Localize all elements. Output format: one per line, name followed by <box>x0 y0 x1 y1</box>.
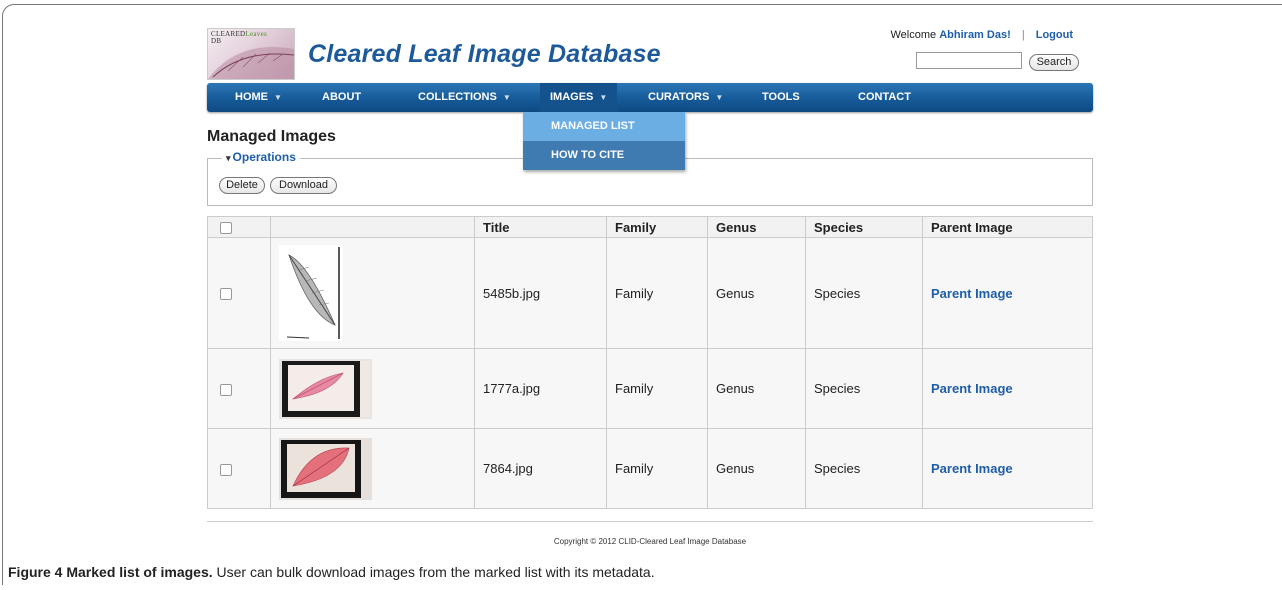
title-cell: 1777a.jpg <box>474 348 607 429</box>
title-header[interactable]: Title <box>474 216 607 238</box>
table-row: 1777a.jpg Family Genus Species Parent Im… <box>207 348 1093 429</box>
select-all-checkbox[interactable] <box>220 222 232 235</box>
logo-text: CLEAREDLeaves DB <box>211 30 268 45</box>
species-cell: Species <box>805 237 923 349</box>
leaf-thumbnail-image[interactable] <box>279 358 372 419</box>
thumbnail-cell <box>270 237 475 349</box>
search-input[interactable] <box>916 52 1022 69</box>
menu-item-managed-list[interactable]: MANAGED LIST <box>523 112 685 141</box>
footer-divider <box>207 521 1093 522</box>
nav-images[interactable]: IMAGES ▼ <box>540 83 618 112</box>
row-select-cell <box>207 237 271 349</box>
nav-curators[interactable]: CURATORS ▼ <box>648 83 723 112</box>
title-cell: 7864.jpg <box>474 428 607 509</box>
triangle-down-icon: ▾ <box>226 153 231 163</box>
thumbnail-header <box>270 216 475 238</box>
genus-cell: Genus <box>707 348 806 429</box>
parent-image-cell: Parent Image <box>922 428 1093 509</box>
parent-image-header[interactable]: Parent Image <box>922 216 1093 238</box>
thumbnail-cell <box>270 428 475 509</box>
caption-text: User can bulk download images from the m… <box>212 564 655 580</box>
menu-item-how-to-cite[interactable]: HOW TO CITE <box>523 141 685 170</box>
copyright-text: Copyright © 2012 CLID-Cleared Leaf Image… <box>553 537 747 546</box>
row-checkbox[interactable] <box>220 463 232 476</box>
parent-image-cell: Parent Image <box>922 348 1093 429</box>
chevron-down-icon: ▼ <box>502 93 511 102</box>
genus-cell: Genus <box>707 428 806 509</box>
genus-cell: Genus <box>707 237 806 349</box>
separator: | <box>1021 29 1025 41</box>
title-cell: 5485b.jpg <box>474 237 607 349</box>
nav-about[interactable]: ABOUT <box>322 83 361 112</box>
table-row: 5485b.jpg Family Genus Species Parent Im… <box>207 237 1093 349</box>
species-header[interactable]: Species <box>805 216 923 238</box>
select-all-header <box>207 216 271 238</box>
family-header[interactable]: Family <box>606 216 708 238</box>
nav-tools[interactable]: TOOLS <box>762 83 800 112</box>
logout-link[interactable]: Logout <box>1036 29 1073 41</box>
leaf-thumbnail-image[interactable] <box>279 245 343 341</box>
chevron-down-icon: ▼ <box>715 93 724 102</box>
main-nav: HOME ▼ ABOUT COLLECTIONS ▼ IMAGES ▼ CURATOR… <box>207 83 1093 112</box>
caption-title: Figure 4 Marked list of images. <box>8 564 213 580</box>
delete-button[interactable]: Delete <box>219 177 265 194</box>
row-select-cell <box>207 348 271 429</box>
images-dropdown-menu: MANAGED LIST HOW TO CITE <box>523 112 685 170</box>
nav-home[interactable]: HOME ▼ <box>235 83 282 112</box>
search-button[interactable]: Search <box>1029 54 1079 71</box>
site-title[interactable]: Cleared Leaf Image Database <box>308 40 661 69</box>
welcome-label: Welcome <box>890 29 937 41</box>
download-button[interactable]: Download <box>270 177 337 194</box>
nav-collections[interactable]: COLLECTIONS ▼ <box>418 83 511 112</box>
parent-image-link[interactable]: Parent Image <box>931 381 1013 396</box>
figure-caption: Figure 4 Marked list of images. User can… <box>8 564 655 580</box>
family-cell: Family <box>606 348 708 429</box>
operations-toggle[interactable]: ▾ Operations <box>222 150 300 164</box>
row-select-cell <box>207 428 271 509</box>
chevron-down-icon: ▼ <box>274 93 282 102</box>
parent-image-cell: Parent Image <box>922 237 1093 349</box>
genus-header[interactable]: Genus <box>707 216 806 238</box>
thumbnail-cell <box>270 348 475 429</box>
user-name-link[interactable]: Abhiram Das! <box>939 29 1011 41</box>
family-cell: Family <box>606 237 708 349</box>
images-table: Title Family Genus Species Parent Image <box>207 216 1093 509</box>
species-cell: Species <box>805 428 923 509</box>
site-logo[interactable]: CLEAREDLeaves DB <box>207 28 295 80</box>
leaf-thumbnail-image[interactable] <box>279 437 372 500</box>
page-title: Managed Images <box>207 128 336 145</box>
chevron-down-icon: ▼ <box>599 93 608 102</box>
species-cell: Species <box>805 348 923 429</box>
nav-contact[interactable]: CONTACT <box>858 83 911 112</box>
row-checkbox[interactable] <box>220 383 232 396</box>
family-cell: Family <box>606 428 708 509</box>
row-checkbox[interactable] <box>220 288 232 301</box>
welcome-bar: Welcome Abhiram Das! | Logout <box>891 29 1074 41</box>
parent-image-link[interactable]: Parent Image <box>931 286 1013 301</box>
table-row: 7864.jpg Family Genus Species Parent Ima… <box>207 428 1093 509</box>
table-header-row: Title Family Genus Species Parent Image <box>207 216 1093 238</box>
parent-image-link[interactable]: Parent Image <box>931 461 1013 476</box>
